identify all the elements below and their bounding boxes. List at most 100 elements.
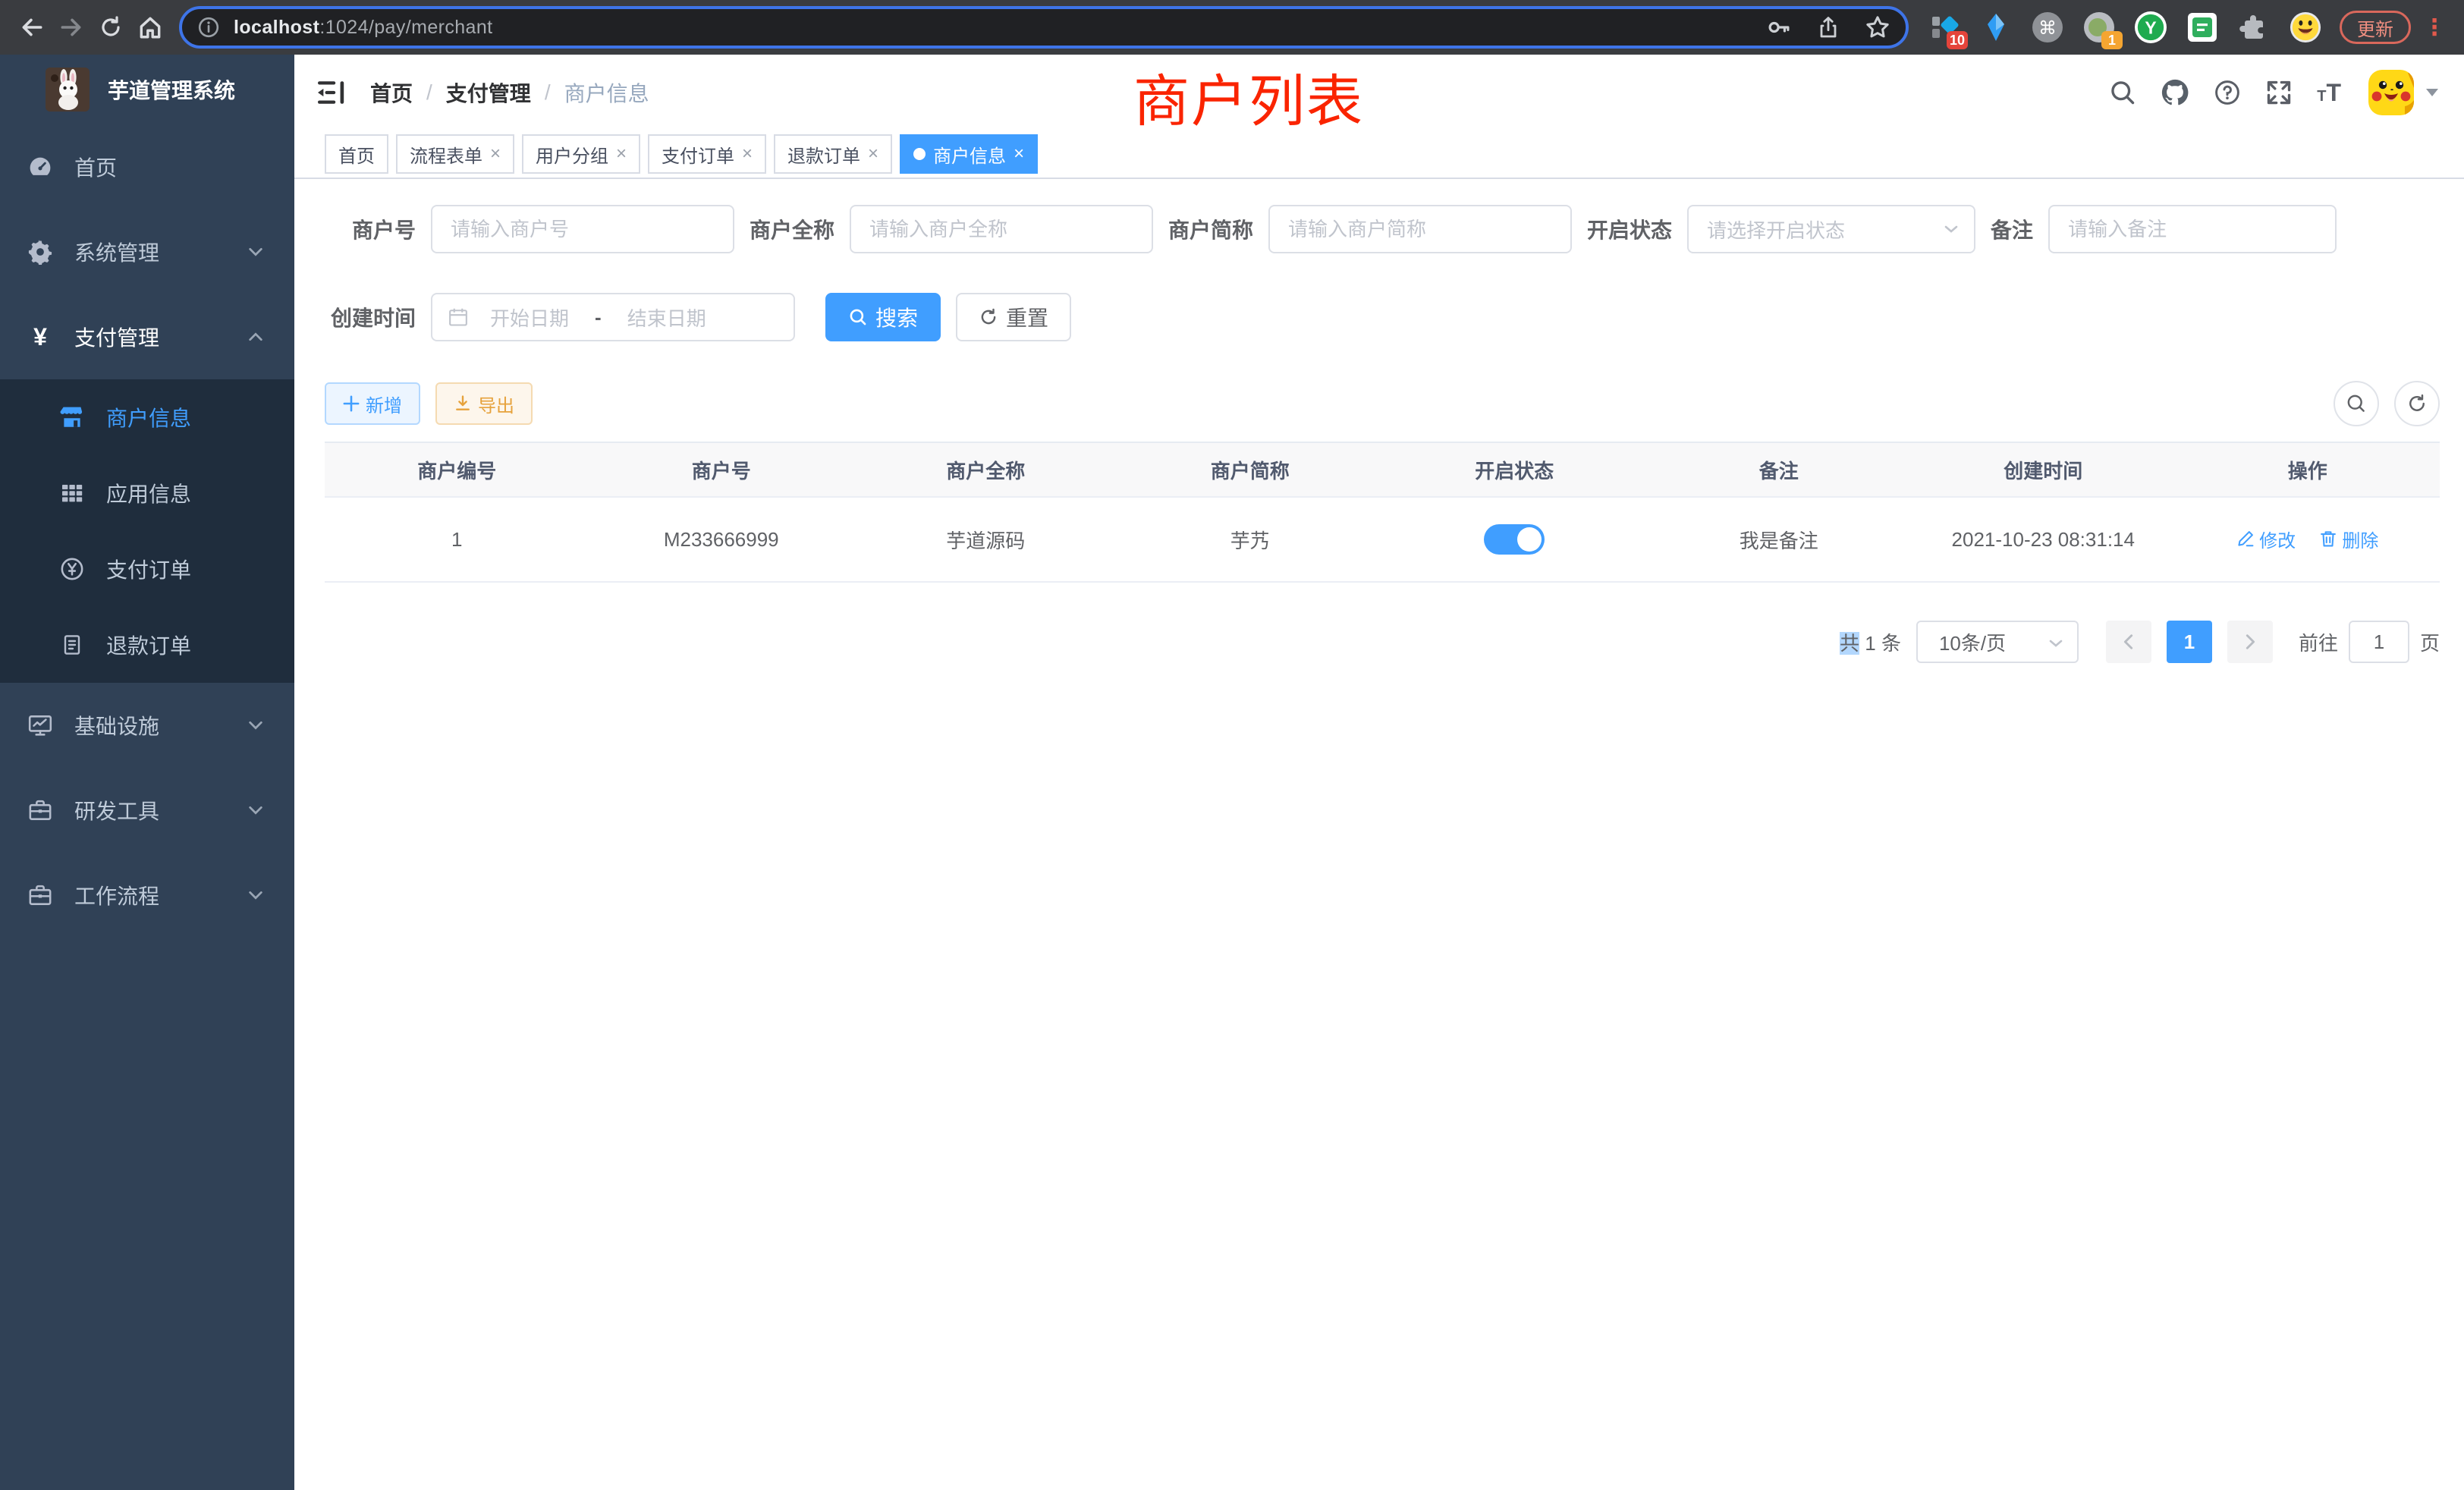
tab-refund-order[interactable]: 退款订单× [774,134,892,174]
search-icon[interactable] [2097,79,2148,106]
refresh-icon[interactable] [2394,381,2440,426]
goto-page-input[interactable] [2349,621,2409,663]
close-icon[interactable]: × [490,145,501,163]
start-date-placeholder[interactable]: 开始日期 [490,303,569,332]
reset-button[interactable]: 重置 [956,293,1071,341]
end-date-placeholder[interactable]: 结束日期 [627,303,706,332]
hamburger-icon[interactable] [317,77,347,108]
ext-workspace-icon[interactable]: 10 [1928,11,1960,43]
font-size-icon[interactable]: TT [2305,79,2353,107]
export-button[interactable]: 导出 [435,382,533,425]
delete-link[interactable]: 删除 [2319,526,2378,552]
toggle-search-icon[interactable] [2334,381,2379,426]
extensions-row: 10 ⌘ 1 Y [1928,11,2321,43]
sidebar-item-merchant-info[interactable]: 商户信息 [0,379,294,455]
home-icon[interactable] [130,8,170,47]
sidebar-item-home[interactable]: 首页 [0,124,294,209]
ext-kite-icon[interactable] [1980,11,2012,43]
field-label: 商户号 [325,214,431,244]
column-header: 商户编号 [325,442,589,497]
short-name-input[interactable] [1268,205,1572,253]
goto-label: 前往 [2299,628,2338,656]
ext-command-icon[interactable]: ⌘ [2032,11,2063,43]
sidebar-item-label: 工作流程 [74,880,247,910]
date-range-picker[interactable]: 开始日期 - 结束日期 [431,293,795,341]
sidebar-item-refund-order[interactable]: 退款订单 [0,607,294,683]
github-icon[interactable] [2148,78,2202,107]
tab-user-group[interactable]: 用户分组× [522,134,640,174]
user-avatar[interactable] [2368,70,2414,115]
tab-process-form[interactable]: 流程表单× [396,134,514,174]
address-bar[interactable]: localhost:1024/pay/merchant [179,6,1909,49]
app-logo[interactable]: 芋道管理系统 [0,55,294,124]
sidebar-item-system[interactable]: 系统管理 [0,209,294,294]
browser-toolbar: localhost:1024/pay/merchant 10 ⌘ [0,0,2464,55]
gear-icon [27,239,53,265]
close-icon[interactable]: × [1014,145,1024,163]
goto-page: 前往 页 [2299,621,2440,663]
ext-status-icon[interactable]: 1 [2083,11,2115,43]
page-number[interactable]: 1 [2167,621,2212,663]
cell-created-at: 2021-10-23 08:31:14 [1911,497,2176,582]
prev-page-icon[interactable] [2106,621,2151,663]
breadcrumb-separator: / [426,80,432,105]
ext-notes-icon[interactable] [2186,11,2218,43]
sidebar-item-pay-order[interactable]: 支付订单 [0,531,294,607]
cell-full-name: 芋道源码 [853,497,1118,582]
sidebar: 芋道管理系统 首页 系统管理 [0,55,294,1490]
table-toolbar: 新增 导出 [325,381,2440,426]
browser-menu-icon[interactable]: ⋮ [2423,14,2447,41]
full-name-input[interactable] [850,205,1153,253]
update-button[interactable]: 更新 [2340,11,2411,44]
merchant-no-input[interactable] [431,205,734,253]
pagination: 共 1 条 10条/页 1 [325,621,2440,663]
top-navbar: 首页 / 支付管理 / 商户信息 [294,55,2464,130]
status-toggle[interactable] [1484,524,1545,555]
forward-icon[interactable] [52,8,91,47]
fullscreen-icon[interactable] [2253,79,2305,106]
filter-short-name: 商户简称 [1168,205,1572,253]
shop-icon [59,404,85,430]
edit-link[interactable]: 修改 [2236,526,2296,552]
cell-short-name: 芋艿 [1118,497,1383,582]
reload-icon[interactable] [91,8,130,47]
site-info-icon[interactable] [197,16,220,39]
breadcrumb-separator: / [545,80,551,105]
sidebar-submenu-pay: 商户信息 应用信息 支付订单 [0,379,294,683]
tab-merchant-info[interactable]: 商户信息× [900,134,1038,174]
page-size-select[interactable]: 10条/页 [1916,621,2079,663]
breadcrumb-home[interactable]: 首页 [370,77,413,108]
status-select[interactable]: 请选择开启状态 [1687,205,1975,253]
next-page-icon[interactable] [2227,621,2273,663]
tags-view: 首页 流程表单× 用户分组× 支付订单× 退款订单× 商户信息× [294,130,2464,179]
sidebar-item-app-info[interactable]: 应用信息 [0,455,294,531]
extensions-puzzle-icon[interactable] [2238,11,2270,43]
sidebar-item-workflow[interactable]: 工作流程 [0,853,294,938]
close-icon[interactable]: × [868,145,878,163]
back-icon[interactable] [12,8,52,47]
sidebar-item-infra[interactable]: 基础设施 [0,683,294,768]
sidebar-item-pay[interactable]: ¥ 支付管理 [0,294,294,379]
tab-pay-order[interactable]: 支付订单× [648,134,766,174]
app: 芋道管理系统 首页 系统管理 [0,55,2464,1490]
password-key-icon[interactable] [1766,14,1792,40]
toggle-knob [1517,527,1542,552]
filter-row-2: 创建时间 开始日期 - 结束日期 搜索 [325,293,2440,341]
remark-input[interactable] [2048,205,2337,253]
help-icon[interactable] [2202,79,2253,106]
breadcrumb-pay[interactable]: 支付管理 [446,77,531,108]
search-button[interactable]: 搜索 [825,293,941,341]
close-icon[interactable]: × [616,145,627,163]
tab-home[interactable]: 首页 [325,134,388,174]
caret-down-icon[interactable] [2426,89,2438,96]
bookmark-star-icon[interactable] [1865,14,1890,40]
filter-row-1: 商户号 商户全称 商户简称 开启状态 请选择开启状态 [325,205,2440,253]
add-button[interactable]: 新增 [325,382,420,425]
close-icon[interactable]: × [742,145,753,163]
ext-y-icon[interactable]: Y [2135,11,2167,43]
column-header: 商户全称 [853,442,1118,497]
sidebar-item-dev-tools[interactable]: 研发工具 [0,768,294,853]
filter-create-time: 创建时间 开始日期 - 结束日期 [325,293,795,341]
share-icon[interactable] [1816,15,1840,39]
profile-avatar[interactable] [2290,11,2321,43]
